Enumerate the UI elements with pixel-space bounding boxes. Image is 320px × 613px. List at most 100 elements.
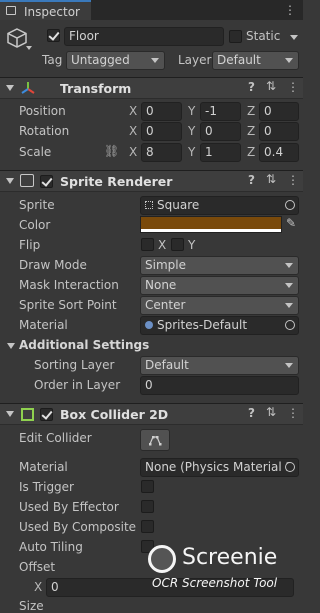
static-dropdown-icon[interactable] <box>290 35 298 40</box>
object-picker-icon[interactable] <box>285 320 295 330</box>
offset-x-axis[interactable]: X <box>34 580 42 594</box>
auto-tiling-label: Auto Tiling <box>19 540 83 554</box>
scale-y-axis[interactable]: Y <box>188 145 195 159</box>
flip-y-checkbox[interactable] <box>171 238 184 251</box>
collider-material-object-field[interactable]: None (Physics Material 2 <box>140 458 299 477</box>
flip-x-checkbox[interactable] <box>141 238 154 251</box>
eyedropper-icon[interactable]: ✎ <box>286 216 296 230</box>
is-trigger-checkbox[interactable] <box>141 480 154 493</box>
object-name-input[interactable]: Floor <box>64 27 224 46</box>
sprite-asset-icon <box>145 201 153 209</box>
position-z-input[interactable]: 0 <box>259 102 299 121</box>
scale-z-input[interactable]: 0.4 <box>259 143 299 162</box>
sprite-object-field[interactable]: Square <box>140 196 299 215</box>
sorting-layer-value: Default <box>145 358 189 372</box>
foldout-arrow-icon[interactable] <box>6 411 14 417</box>
offset-label: Offset <box>19 560 56 574</box>
box-collider-icon <box>21 408 34 421</box>
size-label: Size <box>19 599 44 613</box>
used-by-composite-checkbox[interactable] <box>141 520 154 533</box>
foldout-arrow-icon[interactable] <box>6 85 14 91</box>
box-collider-enabled-checkbox[interactable] <box>40 408 53 421</box>
collider-material-value: None (Physics Material 2 <box>145 460 294 474</box>
color-label: Color <box>19 218 51 232</box>
tab-inspector[interactable]: Inspector <box>0 0 91 20</box>
help-icon[interactable]: ? <box>248 406 255 420</box>
edit-collider-label: Edit Collider <box>19 431 92 445</box>
sorting-layer-dropdown[interactable]: Default <box>140 356 299 375</box>
tag-dropdown[interactable]: Untagged <box>66 51 165 70</box>
layer-dropdown[interactable]: Default <box>212 51 299 70</box>
rotation-z-axis[interactable]: Z <box>247 124 255 138</box>
additional-settings-title[interactable]: Additional Settings <box>19 338 149 352</box>
used-by-effector-checkbox[interactable] <box>141 500 154 513</box>
sorting-layer-label: Sorting Layer <box>34 358 115 372</box>
position-y-axis[interactable]: Y <box>188 104 195 118</box>
sprite-renderer-icon <box>20 174 34 187</box>
icon-dropdown-icon[interactable] <box>26 46 32 50</box>
inspector-icon <box>6 6 16 15</box>
object-picker-icon[interactable] <box>285 462 295 472</box>
presets-icon[interactable]: ⇅ <box>266 79 276 93</box>
presets-icon[interactable]: ⇅ <box>266 172 276 186</box>
mask-interaction-dropdown[interactable]: None <box>140 276 299 295</box>
position-z-axis[interactable]: Z <box>247 104 255 118</box>
sprite-sort-point-dropdown[interactable]: Center <box>140 296 299 315</box>
context-menu-icon[interactable]: ⋮ <box>287 173 299 187</box>
tab-menu-icon[interactable]: ⋮ <box>284 3 296 17</box>
sprite-renderer-header[interactable]: Sprite Renderer ? ⇅ ⋮ <box>0 170 303 192</box>
scale-x-axis[interactable]: X <box>129 145 137 159</box>
scale-z-axis[interactable]: Z <box>247 145 255 159</box>
scale-y-input[interactable]: 1 <box>200 143 241 162</box>
material-object-field[interactable]: Sprites-Default <box>140 316 299 335</box>
foldout-arrow-icon[interactable] <box>6 178 14 184</box>
object-picker-icon[interactable] <box>285 200 295 210</box>
rotation-z-input[interactable]: 0 <box>259 122 299 141</box>
used-by-effector-label: Used By Effector <box>19 500 119 514</box>
position-x-input[interactable]: 0 <box>141 102 182 121</box>
order-in-layer-label: Order in Layer <box>34 378 121 392</box>
color-swatch[interactable] <box>140 216 282 233</box>
sprite-renderer-enabled-checkbox[interactable] <box>40 175 53 188</box>
edit-collider-button[interactable] <box>140 429 170 451</box>
layer-value: Default <box>217 53 261 67</box>
watermark: Screenie OCR Screenshot Tool <box>148 545 298 593</box>
sprite-label: Sprite <box>19 198 55 212</box>
active-checkbox[interactable] <box>47 29 60 42</box>
transform-header[interactable]: Transform ? ⇅ ⋮ <box>0 77 303 99</box>
mask-interaction-value: None <box>145 278 177 292</box>
rotation-x-input[interactable]: 0 <box>141 122 182 141</box>
sprite-sort-point-value: Center <box>145 298 186 312</box>
static-label: Static <box>246 29 281 43</box>
context-menu-icon[interactable]: ⋮ <box>287 80 299 94</box>
position-y-input[interactable]: -1 <box>200 102 241 121</box>
help-icon[interactable]: ? <box>248 80 255 94</box>
rotation-x-axis[interactable]: X <box>129 124 137 138</box>
static-checkbox[interactable] <box>229 30 242 43</box>
watermark-caption: OCR Screenshot Tool <box>152 576 278 590</box>
material-value: Sprites-Default <box>157 318 248 332</box>
flip-x-label: X <box>158 238 167 252</box>
rotation-y-axis[interactable]: Y <box>188 124 195 138</box>
collider-material-label: Material <box>19 460 68 474</box>
layer-label: Layer <box>178 53 212 67</box>
box-collider-header[interactable]: Box Collider 2D ? ⇅ ⋮ <box>0 403 303 425</box>
order-in-layer-input[interactable]: 0 <box>140 376 299 395</box>
help-icon[interactable]: ? <box>248 173 255 187</box>
edit-collider-icon <box>149 436 162 446</box>
position-x-axis[interactable]: X <box>129 104 137 118</box>
scale-x-input[interactable]: 8 <box>141 143 182 162</box>
draw-mode-value: Simple <box>145 258 186 272</box>
color-alpha-bar <box>141 229 281 232</box>
box-collider-title: Box Collider 2D <box>60 407 169 422</box>
constrain-proportions-link-icon[interactable]: ⛓ <box>104 144 119 158</box>
presets-icon[interactable]: ⇅ <box>266 405 276 419</box>
additional-settings-foldout-icon[interactable] <box>7 343 15 349</box>
flip-y-label: Y <box>188 238 196 252</box>
context-menu-icon[interactable]: ⋮ <box>287 406 299 420</box>
sprite-value: Square <box>157 198 200 212</box>
used-by-composite-label: Used By Composite <box>19 520 137 534</box>
rotation-y-input[interactable]: 0 <box>200 122 241 141</box>
draw-mode-dropdown[interactable]: Simple <box>140 256 299 275</box>
sprite-sort-point-label: Sprite Sort Point <box>19 298 117 312</box>
